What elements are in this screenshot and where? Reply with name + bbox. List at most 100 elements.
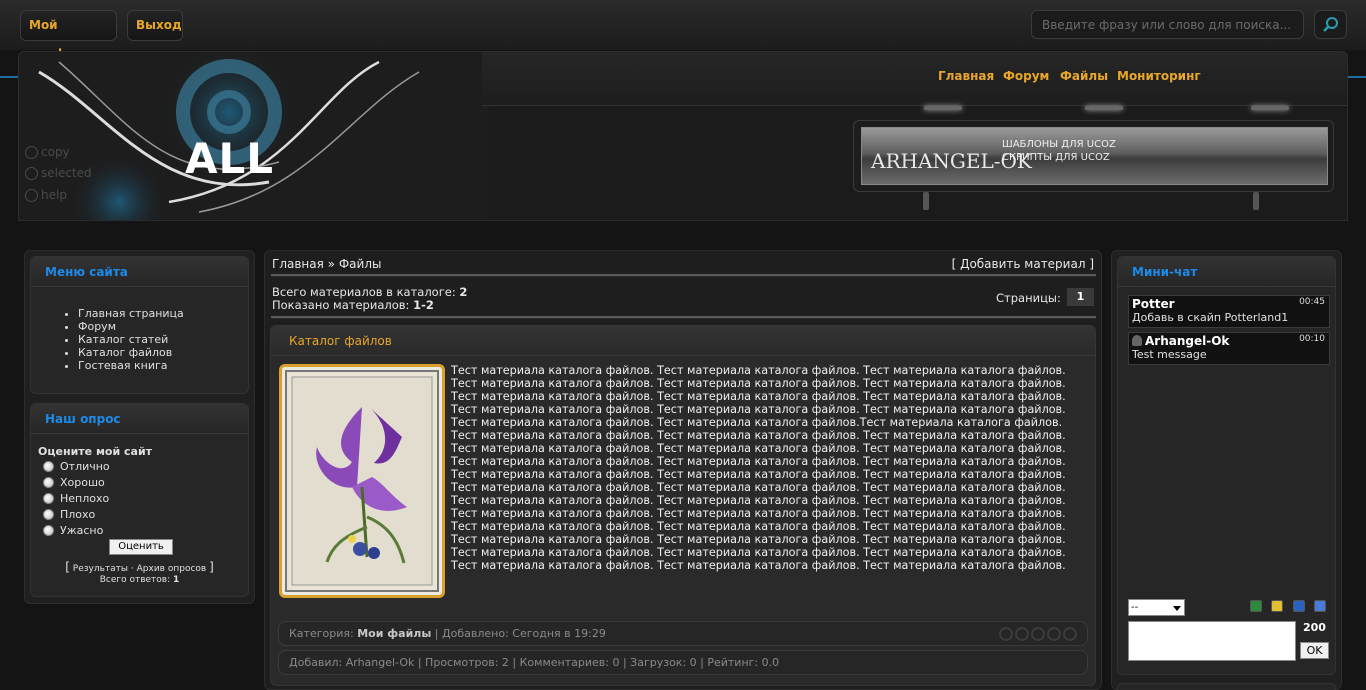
menu-item-guestbook[interactable]: Гостевая книга (78, 359, 184, 372)
nav-home[interactable]: Главная (938, 69, 994, 83)
chat-select[interactable]: -- (1128, 599, 1185, 616)
chat-send-button[interactable]: OK (1300, 642, 1329, 659)
poll-block: Наш опрос Оцените мой сайт Отлично Хорош… (30, 403, 249, 597)
radio-icon[interactable] (43, 492, 54, 504)
menu-item-files[interactable]: Каталог файлов (78, 346, 184, 359)
rating-stars[interactable] (997, 622, 1077, 645)
poll-links: [ Результаты · Архив опросов ] (65, 560, 214, 574)
star-icon[interactable] (1047, 627, 1061, 641)
chat-time: 00:45 (1299, 297, 1325, 307)
user-icon (1132, 335, 1142, 346)
poll-submit-button[interactable]: Оценить (109, 539, 173, 555)
nav-light (924, 106, 962, 110)
nav-monitoring[interactable]: Мониторинг (1117, 69, 1201, 83)
menu-item-forum[interactable]: Форум (78, 320, 184, 333)
mini-chat-title: Мини-чат (1118, 257, 1335, 287)
banner[interactable]: ARHANGEL-OK ШАБЛОНЫ ДЛЯ UCOZ СКРИПТЫ ДЛЯ… (861, 127, 1328, 185)
banner-post (923, 192, 929, 210)
banner-post (1253, 192, 1259, 210)
banner-frame: ARHANGEL-OK ШАБЛОНЫ ДЛЯ UCOZ СКРИПТЫ ДЛЯ… (853, 120, 1334, 192)
poll-results-link[interactable]: Результаты (73, 564, 128, 574)
breadcrumb-current: Файлы (338, 257, 382, 271)
selected-icon (25, 167, 38, 180)
radio-icon[interactable] (43, 508, 54, 520)
radio-icon[interactable] (43, 476, 54, 488)
radio-icon[interactable] (43, 460, 54, 472)
poll-total-value: 1 (173, 575, 180, 585)
main-nav: Главная Форум Файлы Мониторинг (482, 52, 1347, 106)
poll-option[interactable]: Неплохо (43, 492, 109, 505)
translit-icon[interactable] (1314, 600, 1326, 612)
poll-title: Наш опрос (31, 404, 248, 434)
poll-option[interactable]: Ужасно (43, 524, 103, 537)
chat-text: Test message (1132, 348, 1207, 361)
chat-user[interactable]: Arhangel-Ok (1132, 334, 1326, 348)
file-entry-title[interactable]: Каталог файлов (271, 326, 1095, 356)
poll-option[interactable]: Плохо (43, 508, 95, 521)
nav-light (1251, 106, 1289, 110)
banner-line-2: СКРИПТЫ ДЛЯ UCOZ (1002, 152, 1110, 163)
help-link[interactable]: help (25, 188, 67, 202)
file-entry: Каталог файлов Тест материала каталога ф… (270, 325, 1096, 686)
site-header: ALL copy selected help Главная Форум Фай… (18, 51, 1348, 221)
chat-message: Potter 00:45 Добавь в скайп Potterland1 (1128, 295, 1330, 328)
breadcrumb-home[interactable]: Главная (272, 257, 324, 271)
divider (271, 274, 1096, 277)
char-counter: 200 (1303, 621, 1326, 634)
poll-question: Оцените мой сайт (38, 445, 153, 458)
banner-line-1: ШАБЛОНЫ ДЛЯ UCOZ (1002, 139, 1116, 150)
bbcode-icon[interactable] (1293, 600, 1305, 612)
nav-forum[interactable]: Форум (1003, 69, 1049, 83)
add-material-link[interactable]: [ Добавить материал ] (952, 257, 1094, 271)
iris-painting-image (285, 370, 439, 592)
dropdown-arrow-icon (1173, 606, 1181, 611)
smiley-icon[interactable] (1271, 600, 1283, 612)
search-button[interactable] (1314, 10, 1347, 39)
added-date: Добавлено: Сегодня в 19:29 (442, 627, 606, 640)
chat-text: Добавь в скайп Potterland1 (1132, 311, 1289, 324)
poll-total: Всего ответов: 1 (99, 575, 180, 585)
logo-text: ALL (185, 134, 275, 183)
menu-item-home[interactable]: Главная страница (78, 307, 184, 320)
category-link[interactable]: Мои файлы (357, 627, 431, 640)
catalog-total: Всего материалов в каталоге: 2 (272, 285, 468, 299)
page-number[interactable]: 1 (1067, 288, 1094, 306)
star-icon[interactable] (1031, 627, 1045, 641)
selected-link[interactable]: selected (25, 166, 92, 180)
top-bar: Мой профиль Выход (0, 0, 1366, 61)
site-menu-list: Главная страница Форум Каталог статей Ка… (78, 307, 184, 372)
file-thumbnail[interactable] (279, 364, 445, 598)
catalog-shown: Показано материалов: 1-2 (272, 298, 434, 312)
chat-message: Arhangel-Ok 00:10 Test message (1128, 332, 1330, 365)
chat-message-input[interactable] (1128, 621, 1296, 661)
logout-button[interactable]: Выход (127, 10, 183, 41)
divider (271, 316, 1096, 319)
my-profile-button[interactable]: Мой профиль (20, 10, 117, 61)
site-menu-block: Меню сайта Главная страница Форум Катало… (30, 256, 249, 394)
breadcrumb: Главная » Файлы (272, 257, 382, 271)
poll-option[interactable]: Хорошо (43, 476, 105, 489)
menu-item-articles[interactable]: Каталог статей (78, 333, 184, 346)
right-column: Мини-чат Potter 00:45 Добавь в скайп Pot… (1111, 250, 1342, 690)
mini-chat-block: Мини-чат Potter 00:45 Добавь в скайп Pot… (1117, 256, 1336, 675)
refresh-icon[interactable] (1250, 600, 1262, 612)
chat-time: 00:10 (1299, 334, 1325, 344)
poll-archive-link[interactable]: Архив опросов (137, 564, 207, 574)
search-input[interactable] (1031, 10, 1304, 39)
star-icon[interactable] (1015, 627, 1029, 641)
pages-label: Страницы: (996, 291, 1061, 305)
site-menu-title: Меню сайта (31, 257, 248, 287)
chat-user[interactable]: Potter (1132, 297, 1326, 311)
copy-link[interactable]: copy (25, 145, 70, 159)
star-icon[interactable] (999, 627, 1013, 641)
nav-files[interactable]: Файлы (1060, 69, 1108, 83)
left-column: Меню сайта Главная страница Форум Катало… (24, 250, 255, 604)
file-meta-category: Категория: Мои файлы | Добавлено: Сегодн… (278, 621, 1088, 646)
radio-icon[interactable] (43, 524, 54, 536)
file-description: Тест материала каталога файлов. Тест мат… (451, 364, 1066, 572)
file-meta-stats: Добавил: Arhangel-Ok | Просмотров: 2 | К… (278, 650, 1088, 675)
poll-option[interactable]: Отлично (43, 460, 110, 473)
star-icon[interactable] (1063, 627, 1077, 641)
nav-light (1085, 106, 1123, 110)
next-block (1117, 683, 1336, 690)
